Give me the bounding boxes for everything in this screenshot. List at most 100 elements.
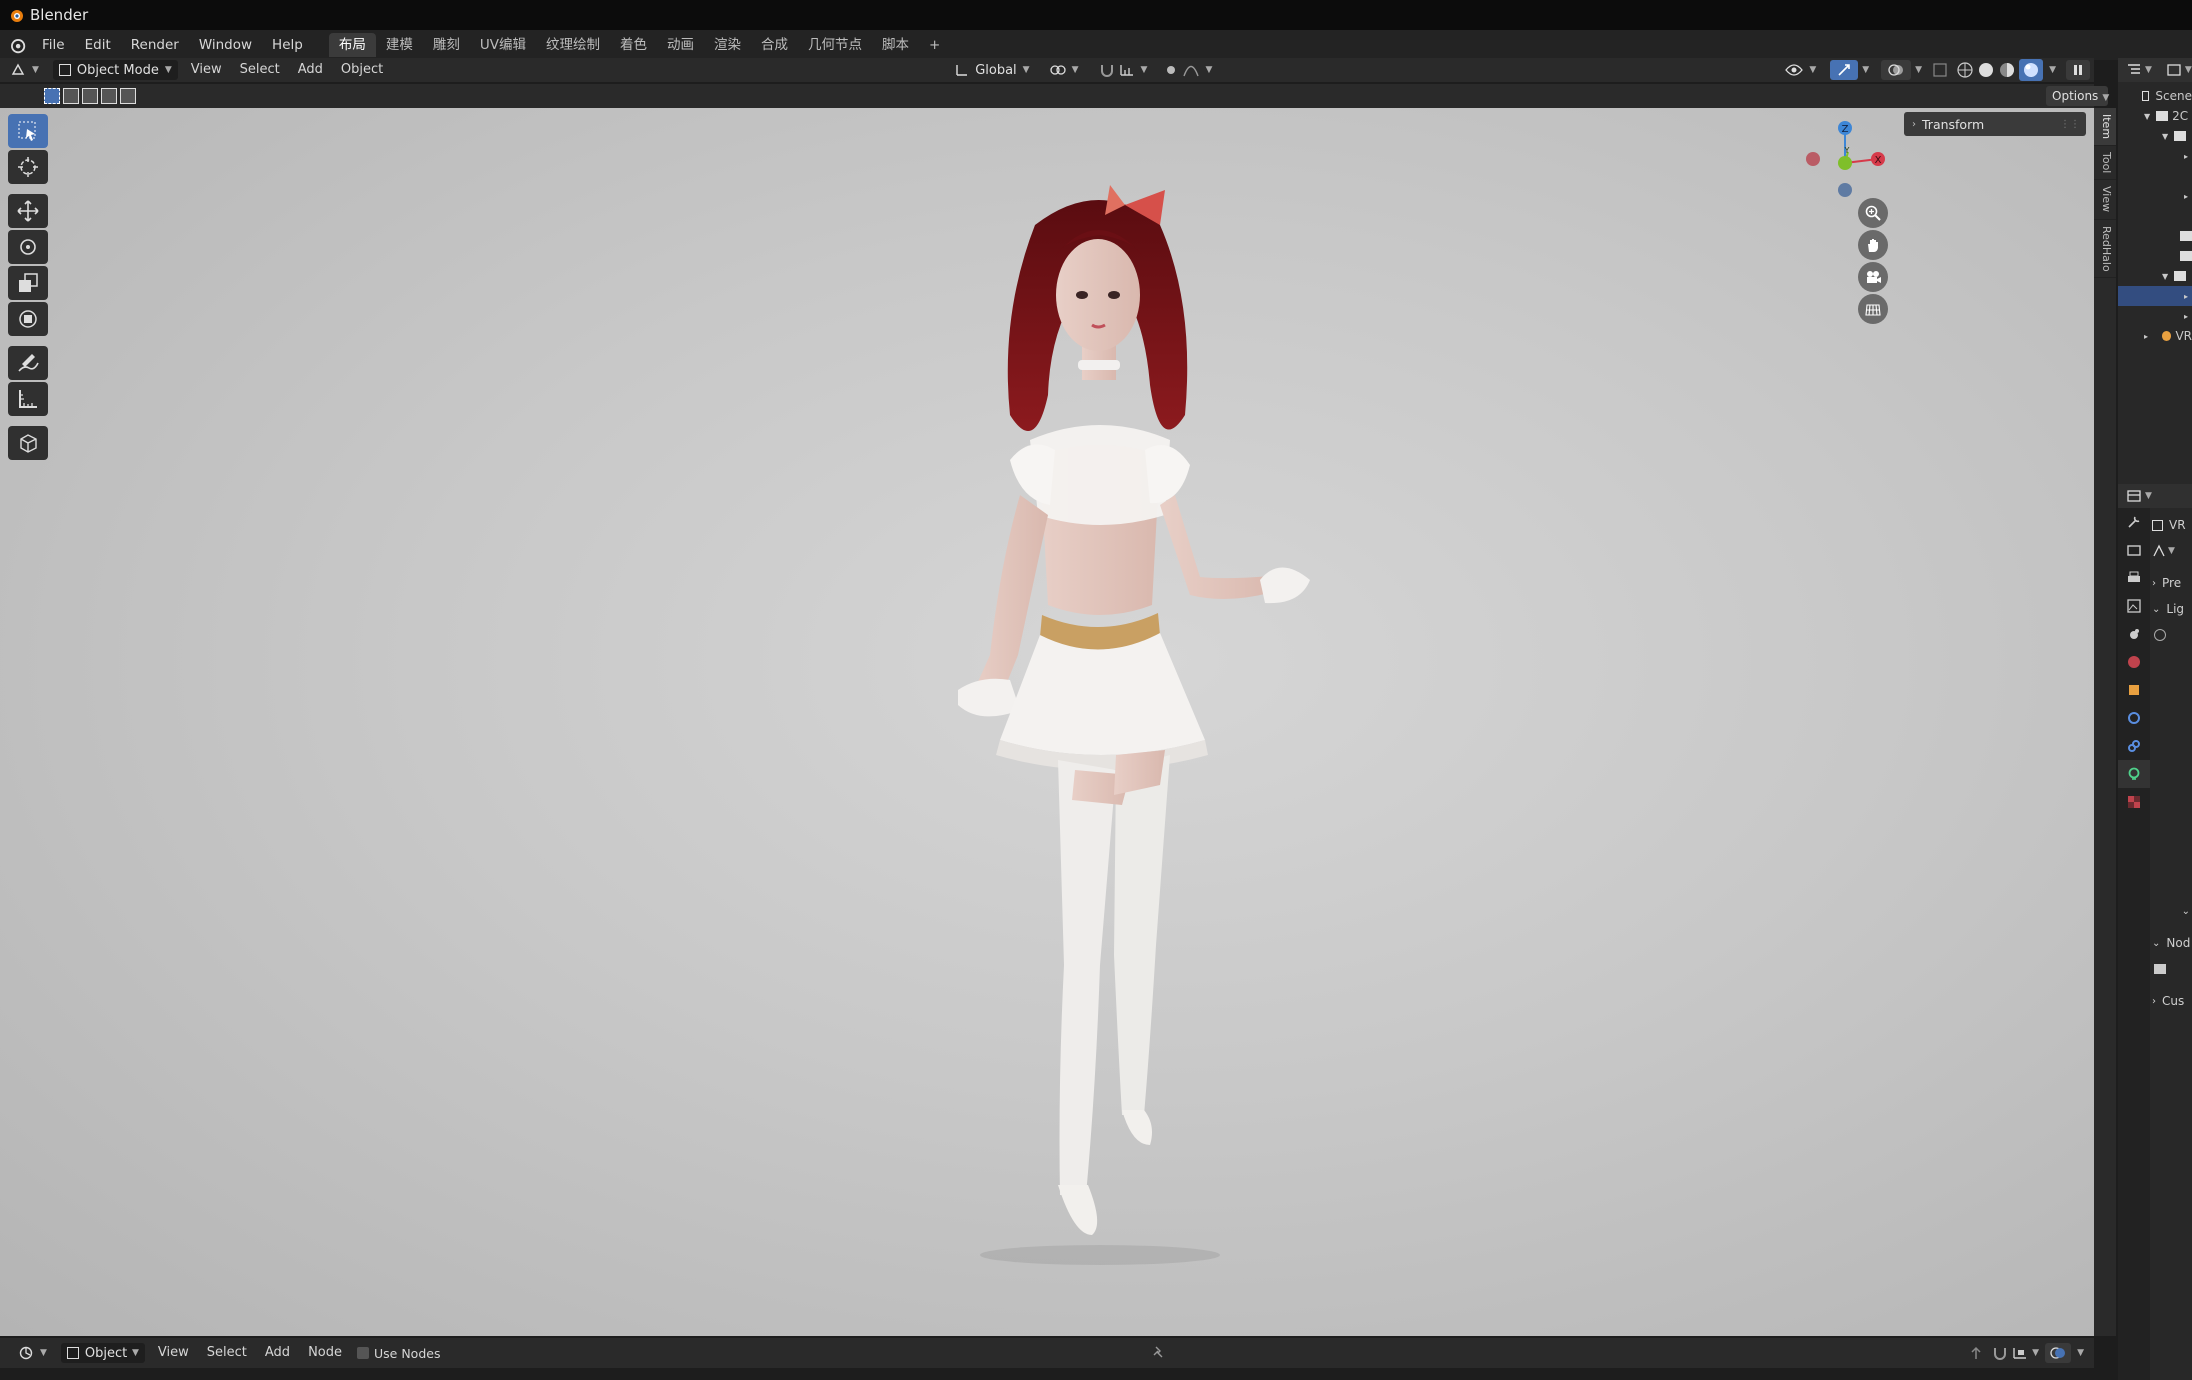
character-model[interactable] <box>860 185 1340 1265</box>
node-menu-select[interactable]: Select <box>198 1341 256 1365</box>
properties-panel-preview[interactable]: › Pre <box>2152 570 2192 596</box>
select-intersect-icon[interactable] <box>120 88 136 104</box>
node-editor-area[interactable] <box>0 1368 2094 1380</box>
node-menu-node[interactable]: Node <box>299 1341 351 1365</box>
workspace-tab-texture-paint[interactable]: 纹理绘制 <box>536 33 610 57</box>
cursor-tool[interactable] <box>8 150 48 184</box>
tab-world[interactable] <box>2118 648 2150 676</box>
node-menu-add[interactable]: Add <box>256 1341 299 1365</box>
outliner-row[interactable]: ▼ <box>2118 266 2192 286</box>
menu-file[interactable]: File <box>32 33 75 57</box>
properties-data-row[interactable]: ▼ <box>2152 538 2192 564</box>
visibility-dropdown[interactable]: ▼ <box>1779 60 1822 80</box>
camera-view-button[interactable] <box>1858 262 1888 292</box>
tab-render[interactable] <box>2118 536 2150 564</box>
node-editor-type-dropdown[interactable]: ▼ <box>12 1343 53 1363</box>
menu-select[interactable]: Select <box>231 58 289 82</box>
outliner-editor-icon[interactable] <box>2126 62 2142 78</box>
pause-render-button[interactable] <box>2066 60 2090 80</box>
editor-type-dropdown[interactable]: ▼ <box>4 60 45 80</box>
pivot-dropdown[interactable]: ▼ <box>1044 60 1085 80</box>
ortho-toggle-button[interactable] <box>1858 294 1888 324</box>
move-tool[interactable] <box>8 194 48 228</box>
xray-icon[interactable] <box>1932 62 1948 78</box>
properties-light-type[interactable] <box>2152 622 2192 648</box>
tab-redhalo[interactable]: RedHalo <box>2094 220 2116 279</box>
outliner-row[interactable] <box>2118 166 2192 186</box>
workspace-tab-scripting[interactable]: 脚本 <box>872 33 919 57</box>
select-new-icon[interactable] <box>44 88 60 104</box>
outliner-row[interactable] <box>2118 226 2192 246</box>
select-box-tool[interactable] <box>8 114 48 148</box>
workspace-tab-layout[interactable]: 布局 <box>328 33 376 57</box>
gizmo-dropdown-arrow[interactable]: ▼ <box>1862 65 1869 75</box>
tab-object-data[interactable] <box>2118 760 2150 788</box>
transform-tool[interactable] <box>8 302 48 336</box>
tab-scene[interactable] <box>2118 620 2150 648</box>
tab-item[interactable]: Item <box>2094 108 2116 147</box>
outliner-row[interactable] <box>2118 246 2192 266</box>
add-workspace-button[interactable]: + <box>919 33 950 57</box>
wireframe-shading-icon[interactable] <box>1956 61 1974 79</box>
tab-tool[interactable]: Tool <box>2094 146 2116 181</box>
workspace-tab-rendering[interactable]: 渲染 <box>704 33 751 57</box>
workspace-tab-modeling[interactable]: 建模 <box>376 33 423 57</box>
outliner-row[interactable] <box>2118 206 2192 226</box>
menu-window[interactable]: Window <box>189 33 262 57</box>
outliner-row[interactable]: ▸ <box>2118 186 2192 206</box>
tab-output[interactable] <box>2118 564 2150 592</box>
snap-dropdown[interactable]: ▼ <box>1093 60 1154 80</box>
workspace-tab-shading[interactable]: 着色 <box>610 33 657 57</box>
properties-panel-light[interactable]: ⌄ Lig <box>2152 596 2192 622</box>
outliner-row[interactable]: ▸ <box>2118 306 2192 326</box>
mode-dropdown[interactable]: Object Mode ▼ <box>52 60 178 80</box>
menu-render[interactable]: Render <box>121 33 189 57</box>
properties-editor-icon[interactable] <box>2126 488 2142 504</box>
snap-node-icon[interactable] <box>2012 1345 2028 1361</box>
outliner-row-collection[interactable]: ▼ 2C <box>2118 106 2192 126</box>
menu-edit[interactable]: Edit <box>75 33 121 57</box>
node-menu-view[interactable]: View <box>149 1341 198 1365</box>
node-overlay-toggle[interactable] <box>2045 1343 2072 1363</box>
blender-menu-icon[interactable] <box>8 36 26 54</box>
workspace-tab-sculpting[interactable]: 雕刻 <box>423 33 470 57</box>
display-mode-icon[interactable] <box>2166 62 2182 78</box>
properties-node-row[interactable] <box>2152 956 2192 982</box>
tab-object[interactable] <box>2118 676 2150 704</box>
pan-button[interactable] <box>1858 230 1888 260</box>
tab-view[interactable]: View <box>2094 180 2116 220</box>
workspace-tab-compositing[interactable]: 合成 <box>751 33 798 57</box>
outliner-row[interactable]: ▼ <box>2118 126 2192 146</box>
add-cube-tool[interactable] <box>8 426 48 460</box>
measure-tool[interactable] <box>8 382 48 416</box>
tab-tool-props[interactable] <box>2118 508 2150 536</box>
pin-icon[interactable] <box>1150 1345 1166 1361</box>
select-subtract-icon[interactable] <box>82 88 98 104</box>
tab-modifiers[interactable] <box>2118 704 2150 732</box>
rendered-shading-button[interactable] <box>2019 59 2044 81</box>
material-preview-shading-icon[interactable] <box>1998 61 2016 79</box>
scale-tool[interactable] <box>8 266 48 300</box>
options-dropdown[interactable]: Options ▼ <box>2046 86 2109 106</box>
outliner-row-scene[interactable]: Scene <box>2118 86 2192 106</box>
rotate-tool[interactable] <box>8 230 48 264</box>
menu-help[interactable]: Help <box>262 33 313 57</box>
workspace-tab-animation[interactable]: 动画 <box>657 33 704 57</box>
properties-panel-custom[interactable]: › Cus <box>2152 988 2192 1014</box>
tab-texture[interactable] <box>2118 788 2150 816</box>
drag-handle-icon[interactable]: ⋮⋮ <box>2060 119 2080 130</box>
snap-magnet-icon[interactable] <box>1992 1345 2008 1361</box>
outliner-row-selected[interactable]: ▸ <box>2118 286 2192 306</box>
navigation-gizmo[interactable]: Z X Y <box>1800 116 1890 206</box>
tab-constraints[interactable] <box>2118 732 2150 760</box>
workspace-tab-geometry-nodes[interactable]: 几何节点 <box>798 33 872 57</box>
menu-add[interactable]: Add <box>289 58 332 82</box>
transform-orientation-dropdown[interactable]: Global ▼ <box>949 60 1035 80</box>
solid-shading-icon[interactable] <box>1977 61 1995 79</box>
overlay-dropdown-arrow[interactable]: ▼ <box>1915 65 1922 75</box>
parent-node-icon[interactable] <box>1968 1345 1984 1361</box>
properties-subpanel-toggle[interactable]: ⌄ <box>2152 898 2192 924</box>
select-difference-icon[interactable] <box>101 88 117 104</box>
transform-panel[interactable]: › Transform ⋮⋮ <box>1904 112 2086 136</box>
annotate-tool[interactable] <box>8 346 48 380</box>
